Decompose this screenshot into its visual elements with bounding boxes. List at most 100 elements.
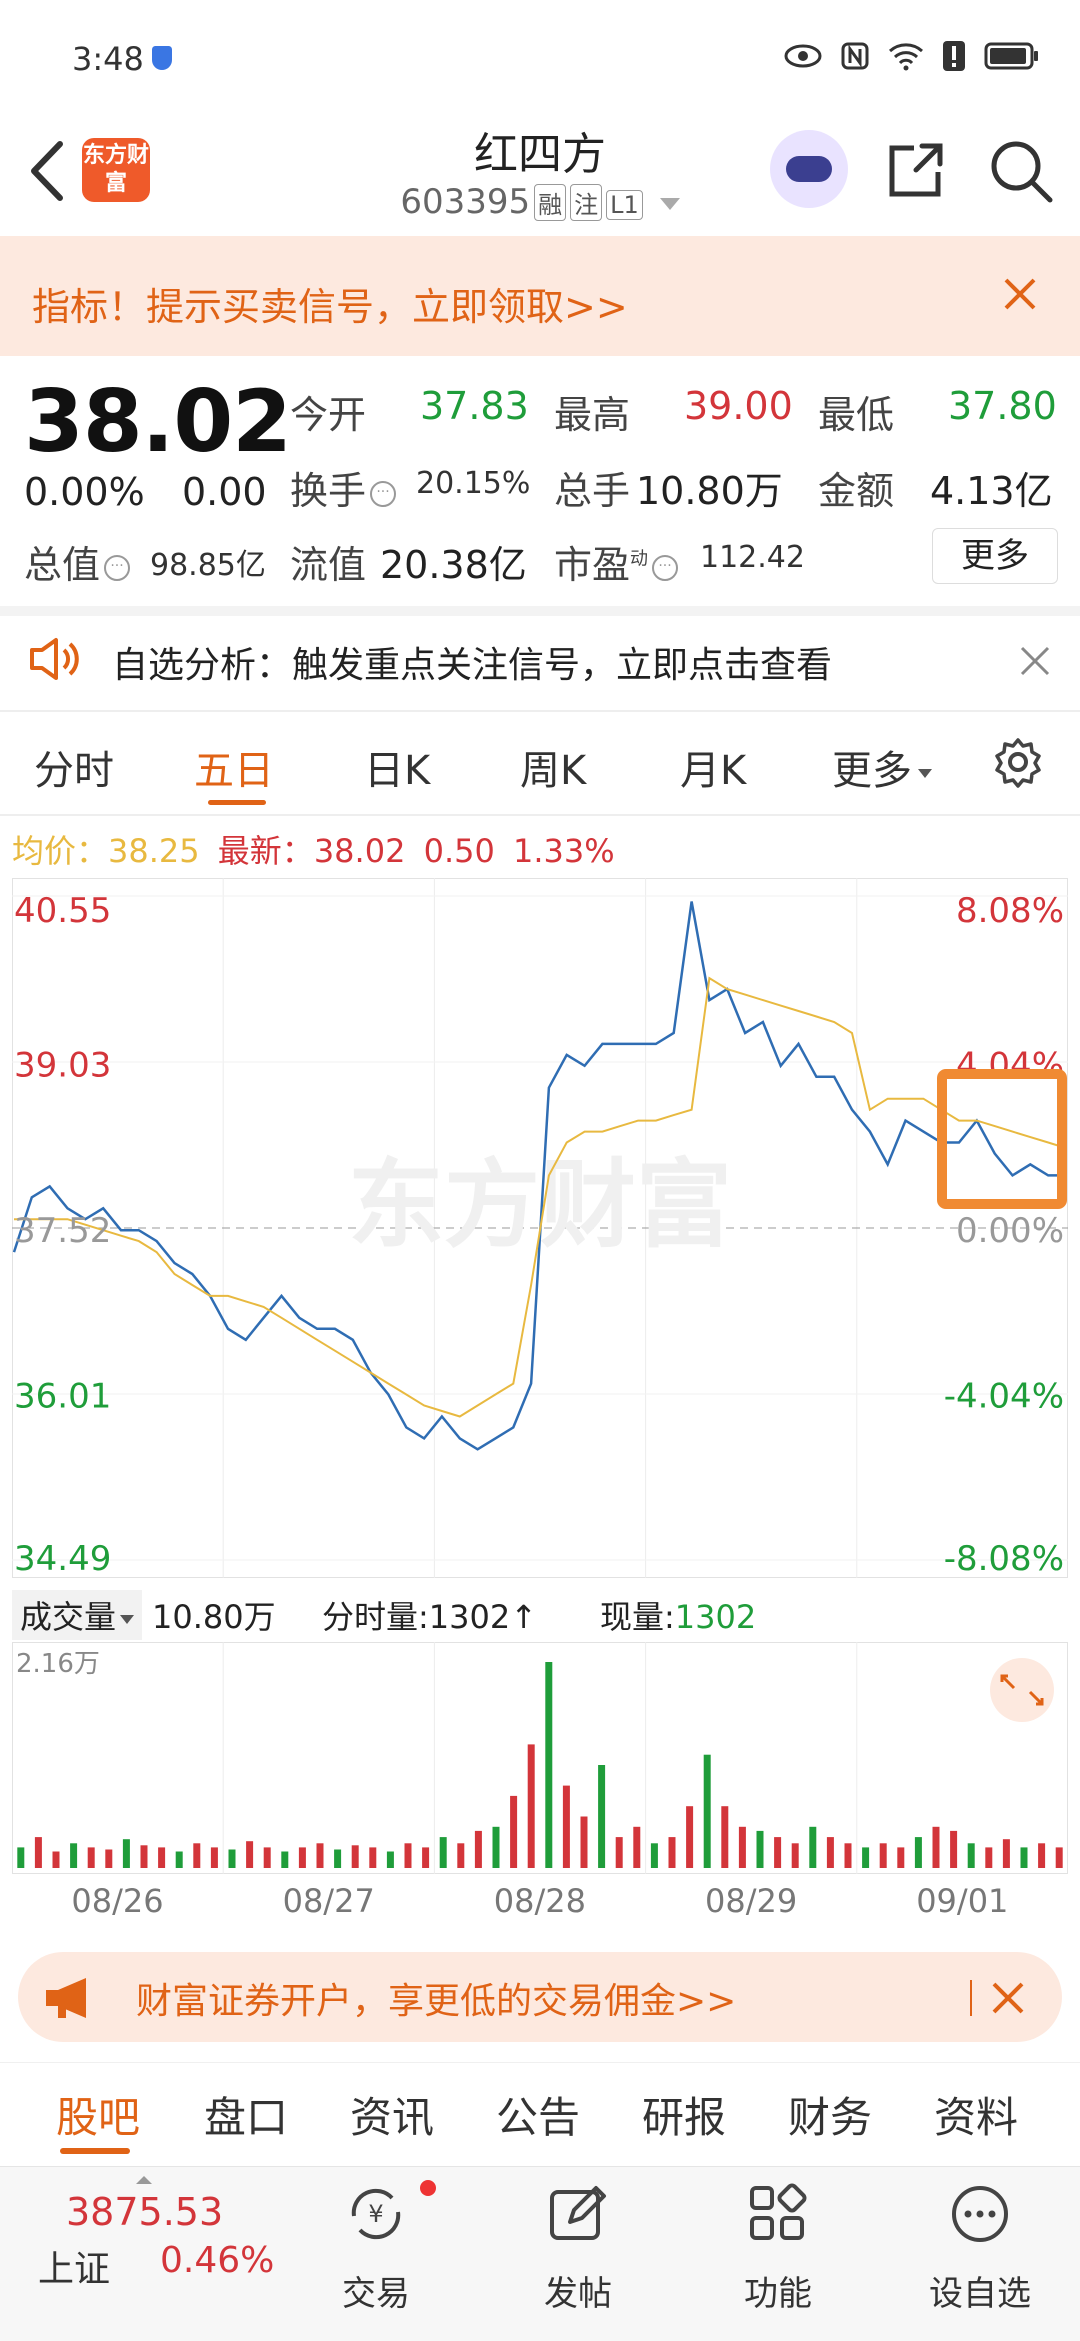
volume-bar [985, 1847, 993, 1868]
dropdown-caret-icon [918, 768, 932, 778]
tab-announcements[interactable]: 公告 [496, 2084, 580, 2145]
volume-bar [1055, 1847, 1063, 1868]
nav-post[interactable]: 发帖 [508, 2168, 648, 2338]
y-tick-left: 40.55 [14, 891, 111, 931]
nfc-icon [841, 42, 869, 70]
nav-functions[interactable]: 功能 [708, 2168, 848, 2338]
volume-selector[interactable]: 成交量 [12, 1590, 143, 1640]
volume-bar [633, 1826, 641, 1868]
close-icon[interactable] [990, 1980, 1026, 2016]
volume-chart[interactable]: 2.16万 [12, 1642, 1068, 1874]
volume-bar [580, 1816, 588, 1868]
svg-text:¥: ¥ [368, 2200, 383, 2228]
gear-icon[interactable] [992, 736, 1044, 788]
volume-bar [950, 1830, 958, 1868]
tab-monthly-k[interactable]: 月K [680, 738, 746, 796]
info-icon: ··· [652, 554, 679, 581]
volume-bar [281, 1851, 289, 1868]
volume-bar [87, 1847, 95, 1868]
volume-bar [122, 1839, 130, 1868]
more-button[interactable]: 更多 [932, 528, 1058, 584]
megaphone-icon [46, 1978, 86, 2018]
x-tick: 09/01 [916, 1882, 1009, 1920]
status-icons [784, 40, 1040, 72]
date-axis: 08/26 08/27 08/28 08/29 09/01 [12, 1876, 1068, 1926]
turnover-value: 20.15% [416, 466, 531, 501]
dropdown-caret-icon [120, 1614, 135, 1624]
promo-text[interactable]: 指标！提示买卖信号，立即领取>> [32, 276, 628, 331]
close-icon[interactable] [1000, 274, 1040, 314]
x-tick: 08/29 [704, 1882, 798, 1920]
volume-bar [703, 1754, 711, 1868]
trade-icon: ¥ [351, 2188, 401, 2240]
close-icon[interactable] [1018, 644, 1052, 678]
volume-bar [615, 1837, 623, 1868]
avg-price: 38.25 [108, 832, 200, 870]
tag-level: L1 [606, 190, 643, 220]
volume-bar [686, 1806, 694, 1868]
shield-icon [152, 46, 172, 70]
divider [0, 814, 1080, 816]
volume-bar [721, 1806, 729, 1868]
change-percent: 0.00% [24, 470, 145, 514]
tab-five-day[interactable]: 五日 [194, 738, 274, 796]
volume-bar [492, 1826, 500, 1868]
low-value: 37.80 [948, 384, 1057, 428]
turnover-label[interactable]: 换手 ··· [290, 460, 400, 515]
share-icon[interactable] [886, 140, 946, 200]
volume-label: 总手 [554, 469, 631, 513]
volume-bar [897, 1847, 905, 1868]
pe-value: 112.42 [700, 540, 805, 575]
volume-bar [70, 1843, 78, 1868]
float-label: 流值 [290, 543, 367, 587]
volume-bar [1038, 1843, 1046, 1868]
nav-add-watch[interactable]: 设自选 [910, 2168, 1050, 2338]
divider [970, 1980, 972, 2016]
volume-bar [369, 1847, 377, 1868]
volume-bar [404, 1843, 412, 1868]
tab-weekly-k[interactable]: 周K [520, 738, 586, 796]
divider [0, 606, 1080, 616]
search-icon[interactable] [988, 138, 1054, 204]
nav-trade[interactable]: ¥ 交易 [306, 2168, 446, 2338]
ad-text[interactable]: 财富证券开户，享更低的交易佣金>> [136, 1972, 736, 2024]
mktcap-label[interactable]: 总值 ··· [24, 534, 134, 589]
grid-icon [750, 2183, 807, 2240]
volume-header: 成交量 10.80万 分时量:1302↑ 现量:1302 [12, 1584, 1068, 1640]
expand-icon [990, 1658, 1054, 1722]
tab-intraday[interactable]: 分时 [34, 738, 114, 796]
volume-bar [210, 1847, 218, 1868]
volume-bar [809, 1826, 817, 1868]
y-tick-left: 36.01 [14, 1376, 111, 1416]
tab-forum[interactable]: 股吧 [56, 2084, 140, 2145]
high-label: 最高 [554, 393, 631, 437]
period-volume: 分时量:1302↑ [322, 1598, 538, 1636]
tab-research[interactable]: 研报 [642, 2084, 726, 2145]
chevron-up-icon [136, 2176, 152, 2184]
volume-bar [263, 1847, 271, 1868]
volume-bar [474, 1830, 482, 1868]
wifi-icon [889, 43, 923, 71]
analysis-text[interactable]: 自选分析：触发重点关注信号，立即点击查看 [112, 636, 832, 688]
volume-bar [351, 1845, 359, 1868]
tab-daily-k[interactable]: 日K [364, 738, 430, 796]
pe-label[interactable]: 市盈动 ··· [554, 534, 682, 589]
volume-bar [105, 1849, 113, 1868]
tab-financials[interactable]: 财务 [788, 2084, 872, 2145]
tab-orderbook[interactable]: 盘口 [204, 2084, 288, 2145]
tab-news[interactable]: 资讯 [350, 2084, 434, 2145]
alert-icon [943, 41, 965, 71]
volume-value: 10.80万 [636, 469, 783, 513]
volume-bar [914, 1837, 922, 1868]
tab-profile[interactable]: 资料 [934, 2084, 1018, 2145]
index-value: 3875.53 [66, 2190, 224, 2234]
volume-total: 10.80万 [152, 1598, 276, 1636]
y-tick-left: 34.49 [14, 1539, 111, 1578]
price-chart[interactable]: 东方财富40.5539.0337.5236.0134.498.08%4.04%0… [12, 878, 1068, 1578]
volume-bar [774, 1837, 782, 1868]
y-tick-right: 8.08% [956, 891, 1064, 931]
index-widget[interactable]: 3875.53 上证 0.46% [24, 2176, 274, 2326]
dropdown-caret-icon [659, 197, 680, 210]
stock-code: 603395 [400, 182, 531, 222]
tab-more[interactable]: 更多 [832, 738, 932, 796]
